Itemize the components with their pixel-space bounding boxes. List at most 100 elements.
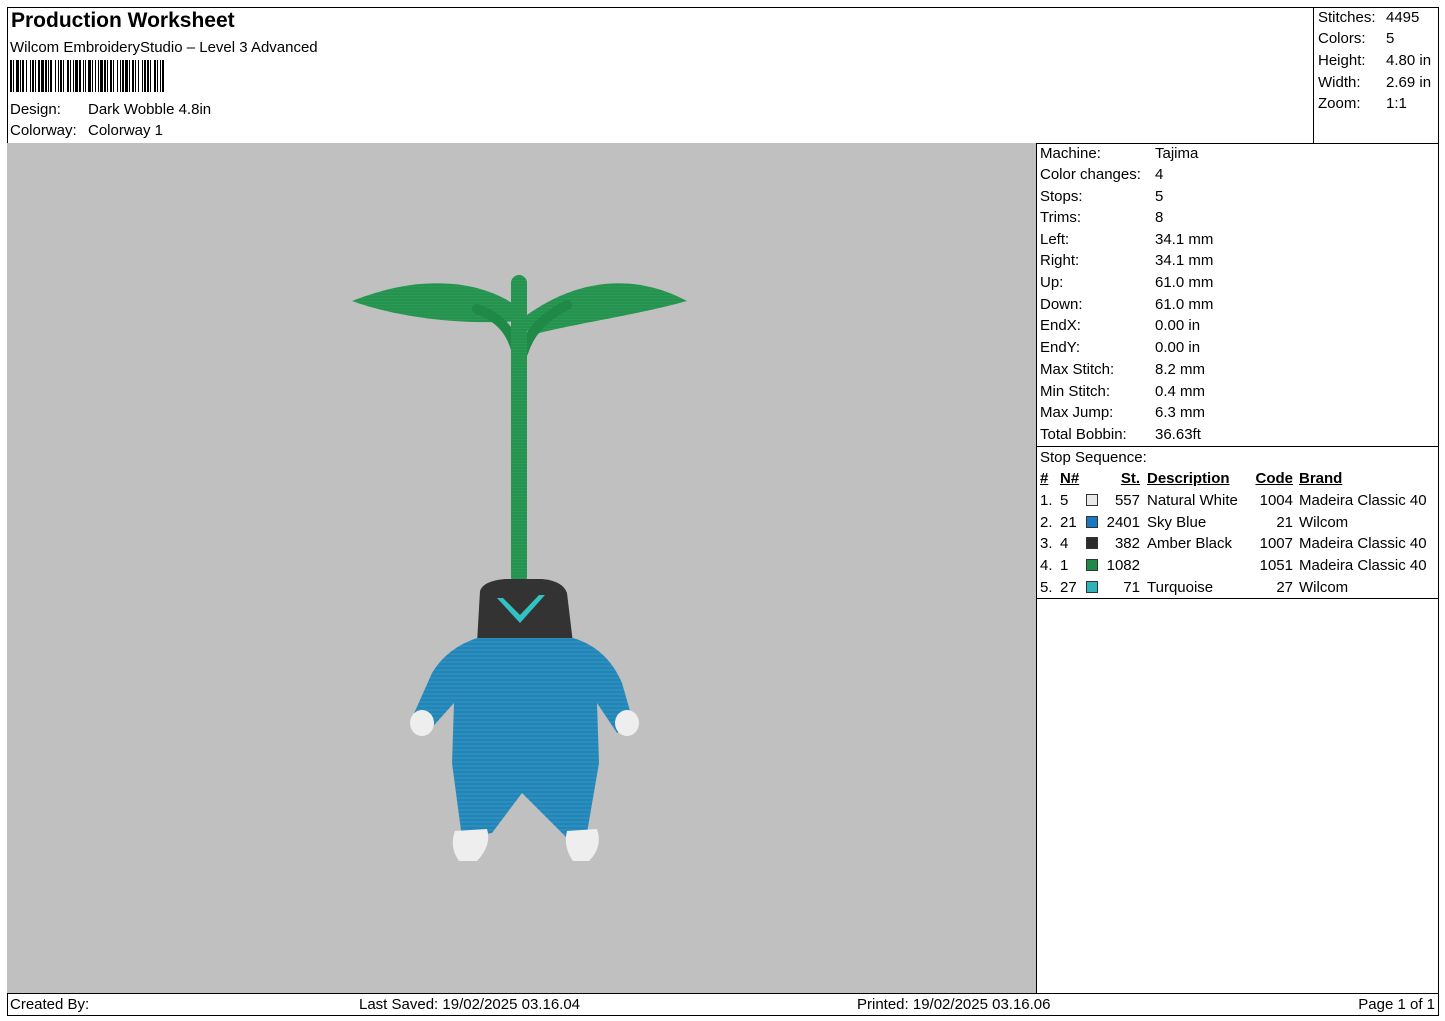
info-value: 5 — [1155, 188, 1164, 205]
colorway-label: Colorway: — [10, 122, 77, 139]
info-label: Min Stitch: — [1040, 383, 1111, 400]
right-glove — [615, 710, 639, 736]
footer-panel — [7, 993, 1439, 1016]
seq-code: 1051 — [1259, 557, 1293, 575]
footer-printed: Printed: 19/02/2025 03.16.06 — [857, 996, 1051, 1013]
seq-stitches: 71 — [1123, 578, 1140, 596]
info-label: Machine: — [1040, 145, 1101, 162]
seq-code: 27 — [1276, 578, 1293, 596]
summary-label: Colors: — [1318, 30, 1366, 47]
stem — [511, 275, 527, 585]
col-header-num: # — [1040, 470, 1049, 487]
info-value: 8 — [1155, 209, 1164, 226]
color-swatch — [1086, 515, 1098, 528]
stop-sequence: Stop Sequence: # N# St. Description Code… — [1036, 447, 1439, 599]
info-value: 8.2 mm — [1155, 361, 1206, 378]
seq-num: 2. — [1040, 513, 1053, 531]
info-row: Min Stitch: 0.4 mm — [1036, 381, 1439, 402]
stop-sequence-row: 4. 1 1082 1051 Madeira Classic 40 — [1036, 555, 1439, 576]
color-swatch — [1086, 580, 1098, 593]
info-label: Max Stitch: — [1040, 361, 1115, 378]
info-row: Total Bobbin: 36.63ft — [1036, 424, 1439, 445]
footer-last-saved: Last Saved: 19/02/2025 03.16.04 — [359, 996, 581, 1013]
footer-created-by: Created By: — [10, 996, 90, 1013]
info-row: Trims: 8 — [1036, 207, 1439, 228]
right-leaf — [519, 283, 687, 335]
info-label: Trims: — [1040, 209, 1082, 226]
seq-description: Natural White — [1147, 492, 1238, 509]
stop-sequence-row: 5. 27 71 Turquoise 27 Wilcom — [1036, 577, 1439, 598]
stop-sequence-title-text: Stop Sequence: — [1040, 449, 1147, 466]
seq-brand: Madeira Classic 40 — [1299, 557, 1427, 575]
info-label: Right: — [1040, 252, 1080, 269]
body — [412, 638, 632, 843]
summary-colors: Colors: 5 — [1313, 28, 1439, 49]
stop-sequence-title: Stop Sequence: — [1036, 447, 1439, 468]
info-label: Total Bobbin: — [1040, 426, 1127, 443]
summary-label: Zoom: — [1318, 95, 1361, 112]
info-label: Up: — [1040, 274, 1064, 291]
seq-needle: 4 — [1060, 535, 1069, 553]
info-value: 36.63ft — [1155, 426, 1201, 443]
seq-brand: Madeira Classic 40 — [1299, 535, 1427, 553]
summary-label: Width: — [1318, 74, 1361, 91]
seq-stitches: 1082 — [1106, 557, 1140, 575]
seq-needle: 27 — [1060, 578, 1077, 596]
seq-needle: 5 — [1060, 492, 1069, 509]
seq-stitches: 382 — [1114, 535, 1140, 553]
info-value: 0.4 mm — [1155, 383, 1206, 400]
info-label: Stops: — [1040, 188, 1083, 205]
stop-sequence-row: 2. 21 2401 Sky Blue 21 Wilcom — [1036, 512, 1439, 533]
info-value: 6.3 mm — [1155, 404, 1206, 421]
seq-stitches: 2401 — [1106, 513, 1140, 531]
col-header-desc: Description — [1147, 470, 1230, 487]
info-row: Machine: Tajima — [1036, 143, 1439, 164]
seq-description: Amber Black — [1147, 535, 1233, 553]
left-glove — [410, 710, 434, 736]
stop-sequence-row: 3. 4 382 Amber Black 1007 Madeira Classic 40 — [1036, 533, 1439, 554]
seq-description: Turquoise — [1147, 578, 1214, 596]
col-header-st: St. — [1120, 470, 1140, 487]
info-label: Color changes: — [1040, 166, 1141, 183]
summary-value: 1:1 — [1386, 95, 1407, 112]
info-value: 0.00 in — [1155, 317, 1201, 334]
seq-code: 1004 — [1259, 492, 1293, 509]
info-label: Left: — [1040, 231, 1070, 248]
right-boot — [565, 829, 599, 861]
info-label: Down: — [1040, 296, 1083, 313]
machine-info-list: Machine: Tajima Color changes: 4 Stops: 5 T… — [1036, 143, 1439, 447]
summary-value: 5 — [1386, 30, 1395, 47]
summary-label: Stitches: — [1318, 9, 1376, 26]
seq-needle: 1 — [1060, 557, 1069, 575]
stop-sequence-row: 1. 5 557 Natural White 1004 Madeira Classic 4… — [1036, 490, 1439, 511]
info-row: Up: 61.0 mm — [1036, 272, 1439, 293]
design-value: Dark Wobble 4.8in — [88, 101, 212, 118]
color-swatch — [1086, 537, 1098, 550]
col-header-n: N# — [1060, 470, 1080, 487]
info-row: EndY: 0.00 in — [1036, 337, 1439, 358]
col-header-brand: Brand — [1299, 470, 1343, 487]
seq-brand: Wilcom — [1299, 578, 1349, 596]
colorway-value: Colorway 1 — [88, 122, 164, 139]
stop-sequence-header: # N# St. Description Code Brand — [1036, 468, 1439, 489]
summary-height: Height: 4.80 in — [1313, 50, 1439, 71]
summary-width: Width: 2.69 in — [1313, 72, 1439, 93]
info-value: 0.00 in — [1155, 339, 1201, 356]
summary-label: Height: — [1318, 52, 1366, 69]
seq-num: 1. — [1040, 492, 1053, 509]
left-boot — [452, 829, 489, 861]
footer-page: Page 1 of 1 — [1358, 996, 1435, 1013]
info-row: Color changes: 4 — [1036, 164, 1439, 185]
divider-2 — [1036, 598, 1439, 599]
info-value: 4 — [1155, 166, 1164, 183]
info-label: Max Jump: — [1040, 404, 1114, 421]
summary-stitches: Stitches: 4495 — [1313, 7, 1439, 28]
info-label: EndY: — [1040, 339, 1081, 356]
barcode-graphic — [10, 60, 334, 92]
seq-description: Sky Blue — [1147, 513, 1207, 531]
col-header-code: Code — [1255, 470, 1294, 487]
summary-zoom: Zoom: 1:1 — [1313, 93, 1439, 114]
seq-brand: Wilcom — [1299, 513, 1349, 531]
summary-value: 2.69 in — [1386, 74, 1432, 91]
info-value: 34.1 mm — [1155, 231, 1214, 248]
